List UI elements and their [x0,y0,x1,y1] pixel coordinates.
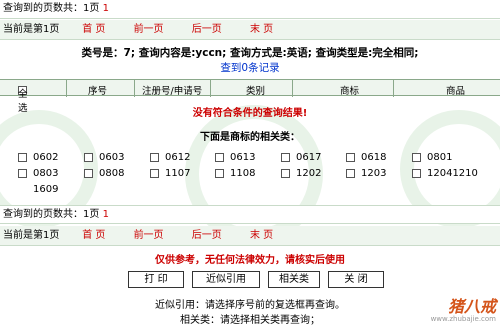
related-class-item[interactable]: 1107 [150,168,190,180]
similar-reference-button[interactable]: 近似引用 [192,271,260,288]
close-button[interactable]: 关 闭 [328,271,384,288]
related-class-label: 0617 [296,152,322,163]
page-count-bar-bottom: 查询到的页数共：1页 1 [0,205,500,224]
related-class-checkbox[interactable] [412,168,421,178]
related-class-label: 1203 [361,168,387,179]
related-class-item[interactable]: 0602 [18,152,58,164]
first-page-link[interactable]: 首 页 [82,226,105,246]
next-page-link[interactable]: 后一页 [192,20,222,40]
record-count-link[interactable]: 查到0条记录 [0,60,500,75]
related-class-checkbox[interactable] [150,168,159,178]
page-count-label: 查询到的页数共：1页 [3,3,100,14]
related-class-checkbox[interactable] [84,152,93,162]
related-class-checkbox[interactable] [150,152,159,162]
related-class-label: 0803 [33,168,59,179]
related-class-label: 1107 [165,168,191,179]
related-class-item[interactable]: 12041210 [412,168,478,180]
related-class-checkbox[interactable] [18,168,27,178]
col-header-index: 序号 [88,86,108,97]
related-class-item[interactable]: 0613 [215,152,255,164]
related-class-checkbox[interactable] [215,168,224,178]
related-class-label: 0612 [165,152,191,163]
prev-page-link[interactable]: 前一页 [134,226,164,246]
related-class-label: 0808 [99,168,125,179]
related-class-item[interactable]: 0801 [412,152,452,164]
related-class-item[interactable]: 1108 [215,168,255,180]
page-count-label: 查询到的页数共：1页 [3,209,100,220]
related-class-item[interactable]: 0618 [346,152,386,164]
current-page-label: 当前是第1页 [3,230,60,241]
help-note-similar: 近似引用：请选择序号前的复选框再查询。 [155,300,345,311]
related-class-checkbox[interactable] [215,152,224,162]
pagination-bar: 当前是第1页 首 页 前一页 后一页 末 页 [0,20,500,40]
results-table-header: 全选 序号 注册号/申请号 类别 商标 商品 [0,79,500,114]
page-count-value: 1 [102,209,109,220]
pagination-bar-bottom: 当前是第1页 首 页 前一页 后一页 末 页 [0,226,500,246]
no-result-message: 没有符合条件的查询结果! [192,108,308,119]
site-logo: 猪八戒 www.zhubajie.com [431,293,496,323]
col-header-trademark: 商标 [340,86,360,97]
related-class-checkbox[interactable] [281,168,290,178]
first-page-link[interactable]: 首 页 [82,20,105,40]
current-page-label: 当前是第1页 [3,24,60,35]
related-class-label: 0618 [361,152,387,163]
last-page-link[interactable]: 末 页 [250,20,273,40]
page-count-value: 1 [102,3,109,14]
related-class-label: 12041210 [427,168,478,179]
related-class-checkbox[interactable] [18,152,27,162]
col-header-reg-no: 注册号/申请号 [142,86,203,97]
prev-page-link[interactable]: 前一页 [134,20,164,40]
related-class-item[interactable]: 1202 [281,168,321,180]
related-class-checkbox[interactable] [346,168,355,178]
col-header-class: 类别 [246,86,266,97]
related-class-label: 0613 [230,152,256,163]
query-summary: 类号是：7; 查询内容是:yccn; 查询方式是:英语; 查询类型是:完全相同; [81,47,419,59]
related-classes-title: 下面是商标的相关类： [200,132,300,143]
related-class-item[interactable]: 0612 [150,152,190,164]
related-class-item[interactable]: 1203 [346,168,386,180]
related-class-label: 0603 [99,152,125,163]
col-header-goods: 商品 [446,86,466,97]
related-class-item[interactable]: 0617 [281,152,321,164]
logo-url: www.zhubajie.com [430,315,496,323]
related-class-checkbox[interactable] [412,152,421,162]
related-class-label: 1108 [230,168,256,179]
related-class-item[interactable]: 0803 [18,168,58,180]
related-class-checkbox[interactable] [346,152,355,162]
last-page-link[interactable]: 末 页 [250,226,273,246]
related-class-checkbox[interactable] [281,152,290,162]
help-note-related: 相关类：请选择相关类再查询； [180,315,320,326]
page-count-bar: 查询到的页数共：1页 1 [0,0,500,19]
disclaimer: 仅供参考，无任何法律效力，请核实后使用 [155,255,345,266]
next-page-link[interactable]: 后一页 [192,226,222,246]
related-class-item[interactable]: 0603 [84,152,124,164]
related-class-label: 1202 [296,168,322,179]
related-class-label: 0801 [427,152,453,163]
related-class-label: 0602 [33,152,59,163]
related-class-label: 1609 [33,184,59,195]
related-class-item[interactable]: 0808 [84,168,124,180]
related-class-checkbox[interactable] [84,168,93,178]
related-class-item[interactable]: 1609 [18,184,58,196]
logo-text: 猪八戒 [447,297,496,316]
print-button[interactable]: 打 印 [128,271,184,288]
related-classes-button[interactable]: 相关类 [268,271,320,288]
